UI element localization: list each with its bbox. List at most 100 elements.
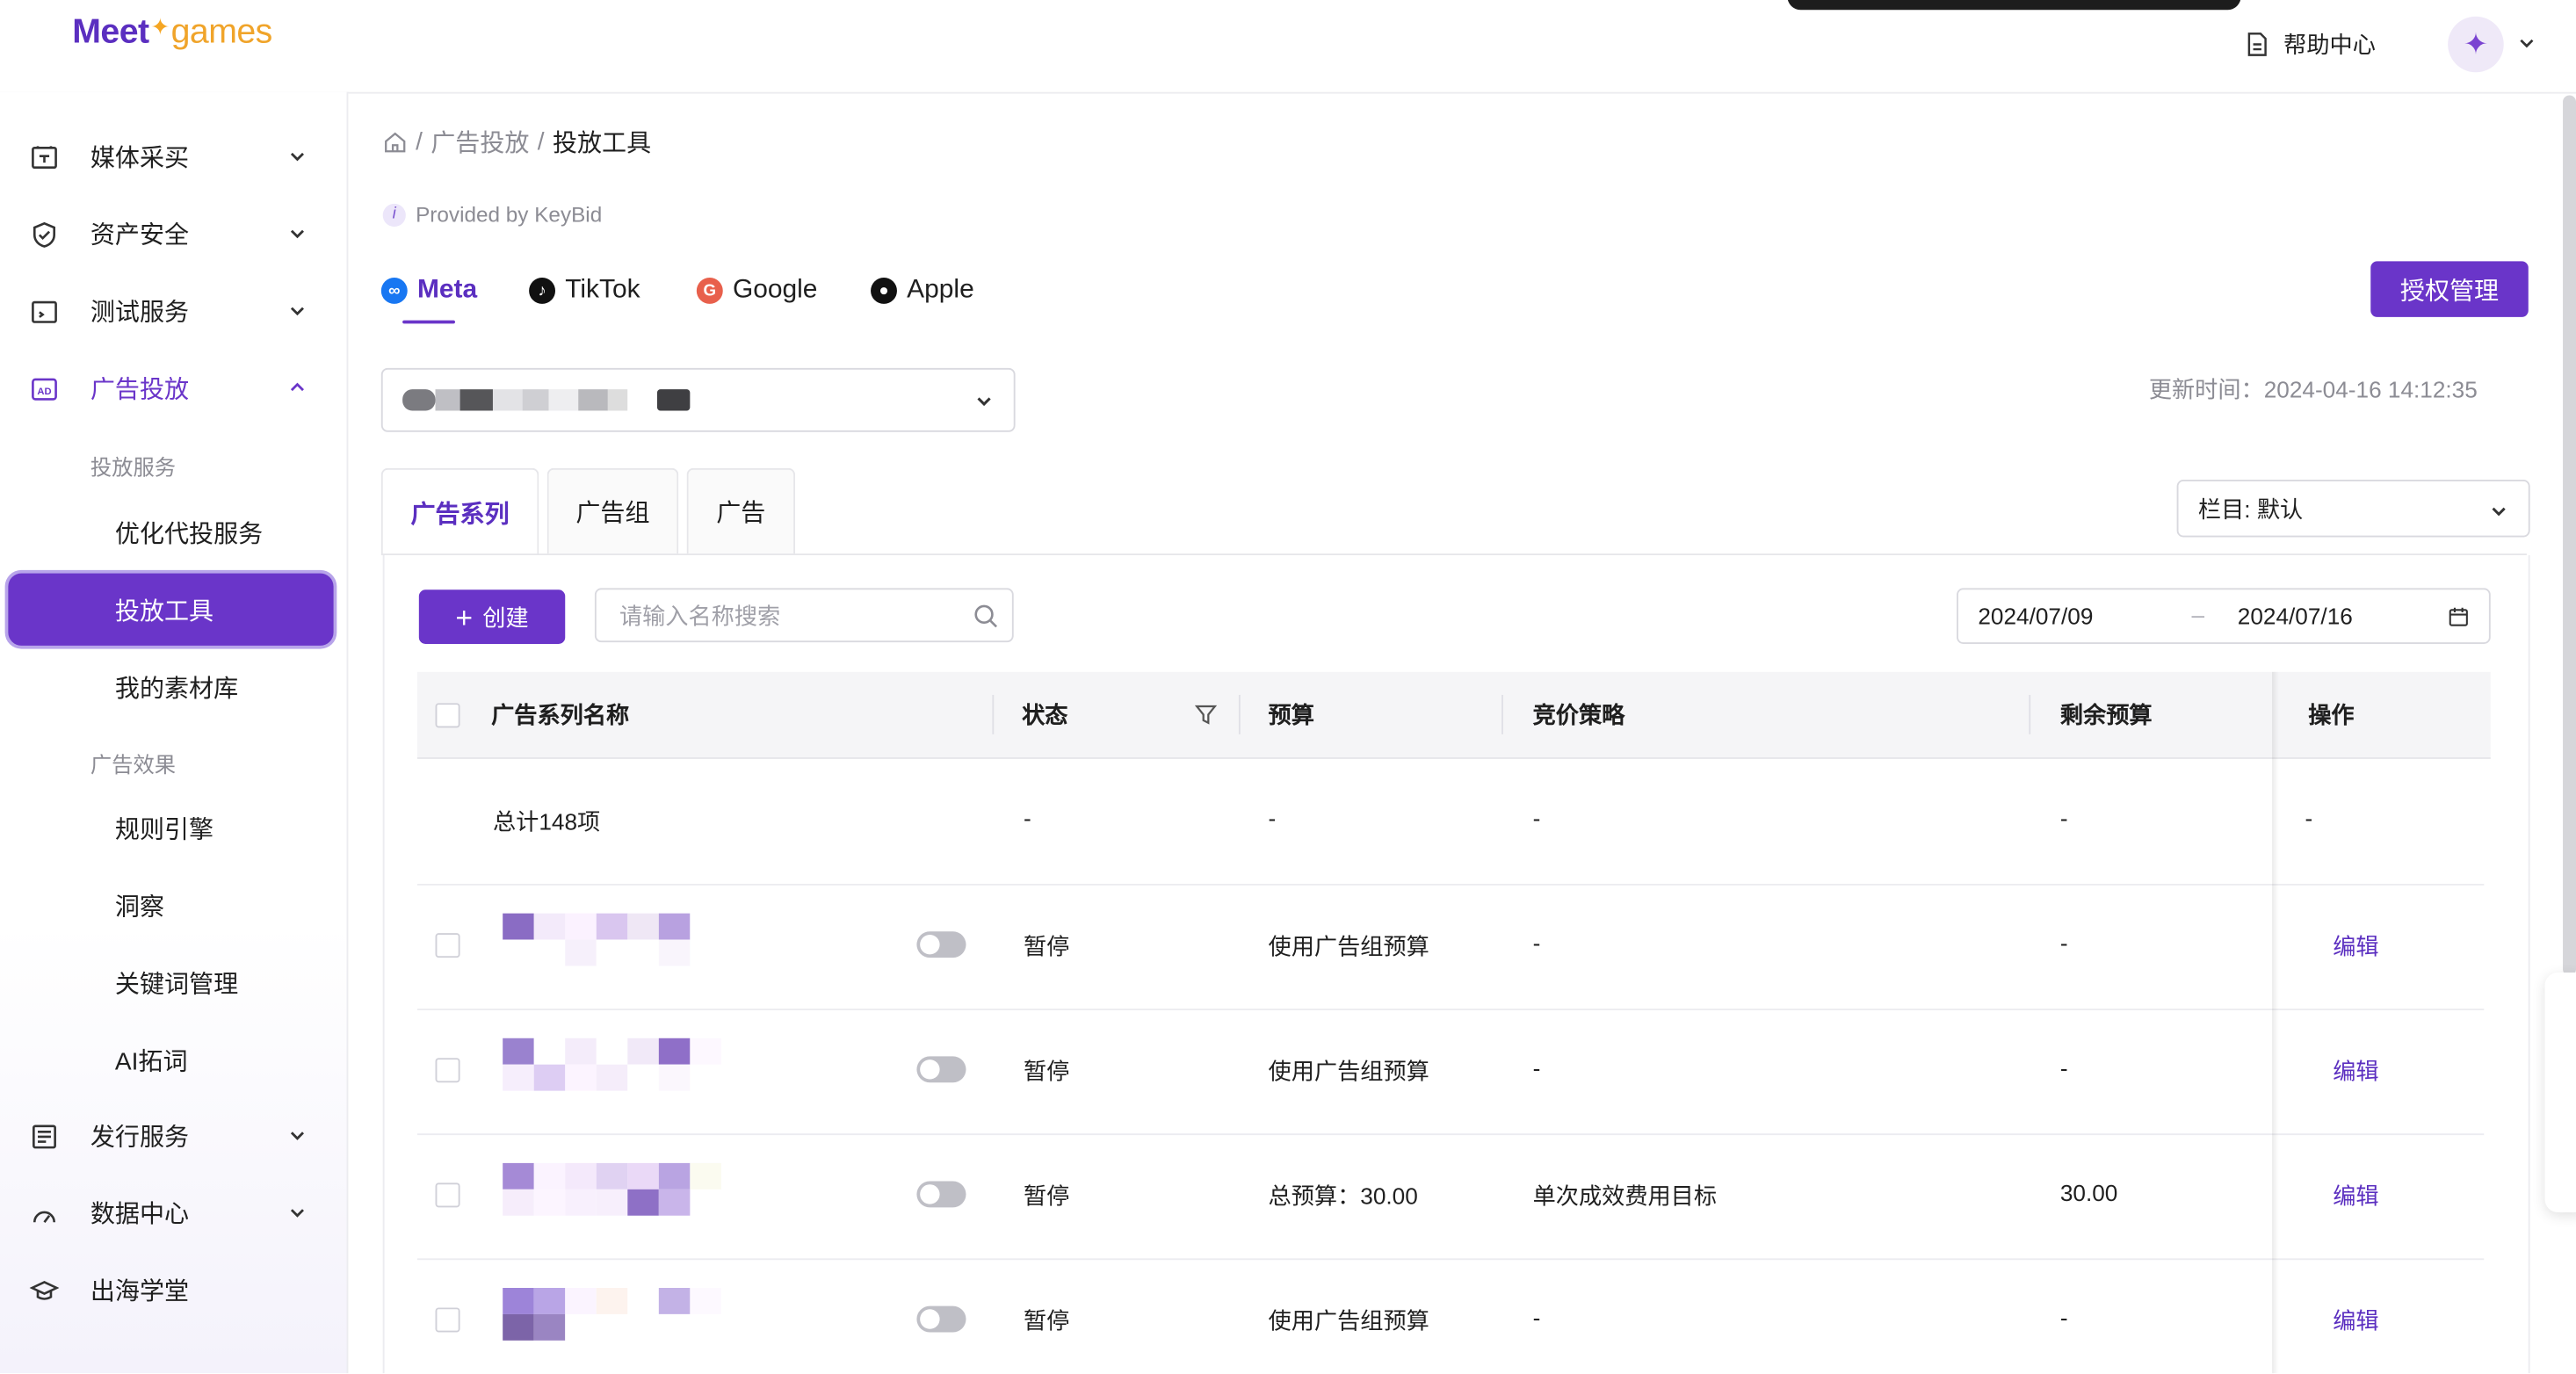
plus-icon: + [455,600,474,633]
chevron-down-icon [977,397,991,407]
column-divider [1238,694,1241,734]
tab-google[interactable]: G Google [696,276,818,306]
date-end[interactable]: 2024/07/16 [2238,603,2353,629]
status-toggle[interactable] [916,1305,966,1333]
chevron-down-icon [290,1209,304,1218]
sidebar-item-label: 测试服务 [90,298,190,327]
chevron-down-icon [290,1132,304,1140]
redacted-campaign-name [503,1038,752,1091]
table-row[interactable]: 暂停 使用广告组预算 - - 编辑 [416,884,2485,1010]
home-icon[interactable] [383,130,408,155]
total-budget: - [1268,805,1277,832]
create-button[interactable]: + 创建 [418,589,566,644]
sidebar-subitem-delivery-tool[interactable]: 投放工具 [8,573,334,646]
chevron-down-icon [2492,507,2506,517]
row-bid-strategy: - [1532,929,1541,957]
select-all-checkbox[interactable] [435,703,460,728]
status-toggle[interactable] [916,1056,966,1083]
brand-logo[interactable]: Meet ✦games [72,12,273,53]
tab-label: Google [732,276,818,304]
search-box [594,588,1014,643]
column-header-campaign-name[interactable]: 广告系列名称 [491,672,629,757]
sidebar-item-label: 数据中心 [90,1199,190,1228]
user-avatar[interactable]: ✦ [2448,16,2504,73]
provided-by-text: Provided by KeyBid [416,201,603,228]
edit-link[interactable]: 编辑 [2333,929,2378,962]
row-remaining-budget: - [2059,1054,2068,1081]
logo-text-games: games [170,12,273,51]
breadcrumb-separator: / [537,127,545,156]
page-scrollbar[interactable] [2563,95,2576,976]
sidebar-item-ad-delivery[interactable]: AD 广告投放 [0,355,347,421]
search-icon[interactable] [973,603,999,629]
total-bid: - [1532,805,1541,832]
date-start[interactable]: 2024/07/09 [1978,603,2093,629]
row-checkbox[interactable] [435,933,460,958]
chevron-down-icon[interactable] [2517,33,2536,52]
sidebar-subitem-asset-library[interactable]: 我的素材库 [115,670,238,705]
tiktok-icon: ♪ [529,278,556,304]
row-remaining-budget: - [2059,1304,2068,1331]
floating-tool-panel[interactable] [2544,972,2576,1212]
sidebar-subitem-ai-keyword[interactable]: AI拓词 [115,1043,188,1077]
tab-meta[interactable]: ∞ Meta [380,276,477,306]
table-row[interactable]: 暂停 使用广告组预算 - - 编辑 [417,1258,2484,1373]
edit-link[interactable]: 编辑 [2333,1054,2378,1087]
help-center-link[interactable]: 帮助中心 [2244,28,2376,61]
sidebar-item-test-service[interactable]: 测试服务 [0,278,347,344]
tab-campaigns[interactable]: 广告系列 [380,467,539,556]
tab-apple[interactable]: ● Apple [871,276,974,306]
column-preset-label: 栏目: 默认 [2197,495,2304,522]
row-checkbox[interactable] [435,1058,460,1083]
row-budget: 使用广告组预算 [1268,1058,1429,1085]
column-header-budget[interactable]: 预算 [1269,672,1314,757]
column-header-remaining-budget[interactable]: 剩余预算 [2060,672,2153,757]
row-status: 暂停 [1023,1307,1070,1334]
column-header-status[interactable]: 状态 [1022,672,1067,757]
row-checkbox[interactable] [435,1182,460,1208]
svg-text:AD: AD [37,387,51,397]
filter-icon[interactable] [1194,703,1218,726]
active-tab-indicator [402,320,455,324]
status-toggle[interactable] [916,931,966,958]
authorization-management-button[interactable]: 授权管理 [2370,261,2529,317]
column-header-bid-strategy[interactable]: 竞价策略 [1533,672,1625,757]
sidebar-item-media-buy[interactable]: 媒体采买 [0,123,347,189]
total-op: - [2305,805,2313,832]
row-bid-strategy: 单次成效费用目标 [1532,1182,1718,1210]
breadcrumb-separator: / [416,127,423,156]
redacted-campaign-name [503,1162,752,1216]
table-row[interactable]: 暂停 使用广告组预算 - - 编辑 [416,1009,2485,1136]
ad-account-select[interactable] [380,367,1016,432]
sidebar-subitem-keyword-management[interactable]: 关键词管理 [115,966,238,1001]
date-range-picker[interactable]: 2024/07/09 – 2024/07/16 [1957,588,2491,644]
sidebar-subitem-optimization-service[interactable]: 优化代投服务 [115,516,263,550]
academy-icon [29,1281,60,1300]
media-buy-icon [32,146,57,170]
status-toggle[interactable] [916,1181,966,1208]
tab-ads[interactable]: 广告 [686,467,796,554]
row-checkbox[interactable] [435,1307,460,1333]
sidebar-subitem-insights[interactable]: 洞察 [115,889,164,923]
sidebar-subitem-label: 投放工具 [114,597,214,626]
edit-link[interactable]: 编辑 [2333,1180,2378,1212]
search-input[interactable] [616,589,968,643]
tab-label: Apple [907,276,974,304]
sidebar-item-data-center[interactable]: 数据中心 [0,1180,347,1246]
tab-tiktok[interactable]: ♪ TikTok [529,276,640,306]
sidebar-item-publishing[interactable]: 发行服务 [0,1103,347,1168]
document-icon [2247,33,2267,56]
breadcrumb-ad-delivery[interactable]: 广告投放 [431,125,529,159]
chevron-up-icon [290,382,304,392]
tab-ad-sets[interactable]: 广告组 [546,467,679,554]
table-row[interactable]: 暂停 总预算：30.00 单次成效费用目标 30.00 编辑 [416,1133,2485,1261]
sidebar-item-academy[interactable]: 出海学堂 [0,1256,347,1322]
sidebar-subitem-rule-engine[interactable]: 规则引擎 [115,812,213,846]
row-bid-strategy: - [1532,1304,1541,1331]
column-preset-select[interactable]: 栏目: 默认 [2176,480,2530,538]
sidebar-item-asset-security[interactable]: 资产安全 [0,200,347,266]
total-count: 总计148项 [492,807,601,835]
edit-link[interactable]: 编辑 [2333,1305,2378,1337]
provided-by-note: i Provided by KeyBid [382,201,603,228]
redacted-campaign-name [503,913,752,966]
